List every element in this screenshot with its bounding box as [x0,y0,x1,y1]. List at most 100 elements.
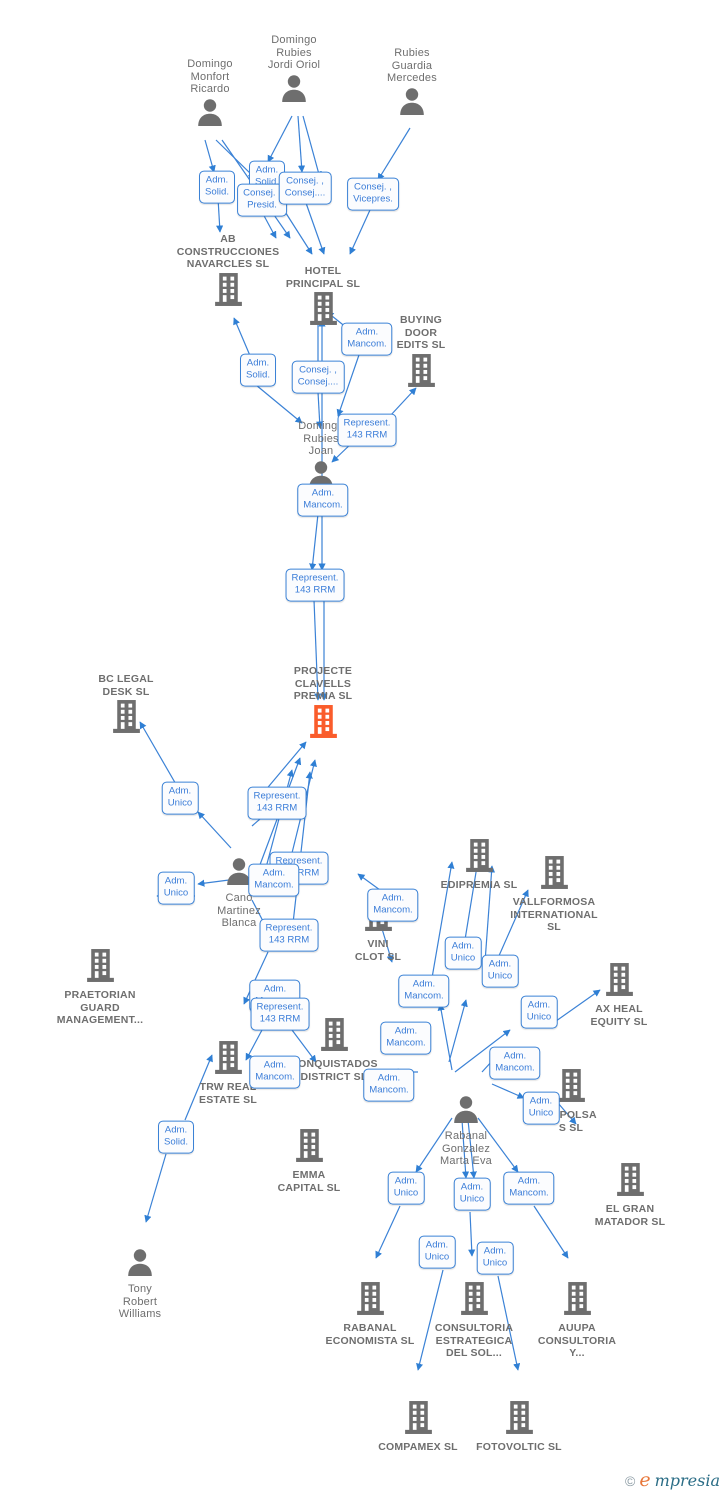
building-icon [505,1401,533,1434]
person-node-n2[interactable]: Domingo Rubies Jordi Oriol [229,34,359,108]
node-label: VALLFORMOSA INTERNATIONAL SL [510,896,598,934]
person-glyph [75,1247,205,1282]
relation-badge-b4[interactable]: Consej. , Consej.... [278,171,332,205]
building-icon [616,1163,644,1196]
person-node-n3[interactable]: Rubies Guardia Mercedes [347,47,477,121]
relation-badge-b24[interactable]: Adm. Unico [481,954,519,988]
person-glyph [347,86,477,121]
person-icon [282,75,306,102]
company-node-n21[interactable]: EL GRAN MATADOR SL [565,1162,695,1228]
building-icon [309,704,337,738]
building-icon [605,963,633,996]
relation-badge-b8[interactable]: Adm. Mancom. [341,322,393,356]
relation-badge-b32[interactable]: Adm. Unico [453,1177,491,1211]
building-icon [309,292,337,326]
company-node-n19[interactable]: AX HEAL EQUITY SL [554,962,684,1028]
copyright-icon: © [625,1472,636,1489]
relation-badge-b5[interactable]: Consej. , Vicepres. [347,177,399,211]
person-glyph [401,1094,531,1129]
building-icon [112,700,140,734]
building-icon [356,1282,384,1315]
building-glyph [35,948,165,988]
relation-badge-b10[interactable]: Adm. Mancom. [297,483,349,517]
relation-badge-b7[interactable]: Consej. , Consej.... [291,360,345,394]
relation-badge-b22[interactable]: Adm. Solid. [158,1120,194,1154]
building-icon [407,353,435,387]
node-label: Rabanal Gonzalez Marta Eva [440,1130,492,1168]
building-icon [214,1041,242,1074]
empresia-watermark: © e mpresia [625,1469,720,1491]
node-label: Domingo Rubies Jordi Oriol [267,34,321,72]
relation-badge-b30[interactable]: Adm. Unico [522,1091,560,1125]
company-node-n14[interactable]: EMMA CAPITAL SL [244,1128,374,1194]
relation-badge-b6[interactable]: Adm. Solid. [240,353,276,387]
node-label: BC LEGAL DESK SL [98,673,154,698]
company-node-n18[interactable]: VALLFORMOSA INTERNATIONAL SL [489,855,619,934]
person-icon [400,88,424,115]
relation-badge-b1[interactable]: Adm. Solid. [199,170,235,204]
building-icon [86,949,114,982]
node-label: PROJECTE CLAVELLS PREMIA SL [293,665,353,703]
person-icon [198,99,222,126]
building-glyph [258,704,388,744]
relation-badge-b29[interactable]: Adm. Mancom. [363,1068,415,1102]
node-label: VINI CLOT SL [354,938,402,963]
node-label: FOTOVOLTIC SL [476,1441,562,1453]
building-icon [295,1129,323,1162]
relation-badge-b28[interactable]: Adm. Mancom. [489,1046,541,1080]
relation-badge-b14[interactable]: Adm. Unico [157,871,195,905]
company-node-n8[interactable]: PROJECTE CLAVELLS PREMIA SL [258,665,388,744]
relation-badge-b12[interactable]: Adm. Unico [161,781,199,815]
node-label: Rubies Guardia Mercedes [387,47,437,85]
person-glyph [229,73,359,108]
relation-badge-b25[interactable]: Adm. Mancom. [398,974,450,1008]
company-node-n25[interactable]: AUUPA CONSULTORIA Y... [512,1281,642,1360]
node-label: EMMA CAPITAL SL [277,1169,341,1194]
building-glyph [61,699,191,739]
building-icon [404,1401,432,1434]
building-glyph [512,1281,642,1321]
node-label: EL GRAN MATADOR SL [594,1203,666,1228]
brand-initial: e [639,1469,651,1491]
building-glyph [244,1128,374,1168]
node-label: AX HEAL EQUITY SL [590,1003,648,1028]
building-icon [460,1282,488,1315]
building-glyph [565,1162,695,1202]
node-label: HOTEL PRINCIPAL SL [285,265,361,290]
relation-badge-b17[interactable]: Represent. 143 RRM [259,918,319,952]
building-icon [320,1018,348,1051]
node-label: Tony Robert Williams [118,1283,162,1321]
person-node-n15[interactable]: Tony Robert Williams [75,1247,205,1321]
relation-badge-b34[interactable]: Adm. Unico [418,1235,456,1269]
relation-badge-b13[interactable]: Represent. 143 RRM [247,786,307,820]
relation-badge-b9[interactable]: Represent. 143 RRM [337,413,397,447]
relation-badge-b26[interactable]: Adm. Unico [520,995,558,1029]
relation-badge-b35[interactable]: Adm. Unico [476,1241,514,1275]
building-icon [214,272,242,306]
building-icon [540,856,568,889]
node-label: PRAETORIAN GUARD MANAGEMENT... [56,989,144,1027]
building-icon [557,1069,585,1102]
relation-badge-b18[interactable]: Adm. Mancom. [367,888,419,922]
building-glyph [356,353,486,393]
building-glyph [454,1400,584,1440]
company-node-n9[interactable]: BC LEGAL DESK SL [61,673,191,739]
company-node-n27[interactable]: FOTOVOLTIC SL [454,1400,584,1454]
relation-badge-b16[interactable]: Adm. Mancom. [248,863,300,897]
person-icon [128,1249,152,1276]
relation-badge-b31[interactable]: Adm. Unico [387,1171,425,1205]
relation-badge-b23[interactable]: Adm. Unico [444,936,482,970]
relation-badge-b20[interactable]: Represent. 143 RRM [250,997,310,1031]
person-node-n22[interactable]: Rabanal Gonzalez Marta Eva [401,1094,531,1168]
node-label: AUUPA CONSULTORIA Y... [537,1322,617,1360]
relation-badge-b27[interactable]: Adm. Mancom. [380,1021,432,1055]
person-icon [454,1096,478,1123]
company-node-n11[interactable]: PRAETORIAN GUARD MANAGEMENT... [35,948,165,1027]
relation-badge-b21[interactable]: Adm. Mancom. [249,1055,301,1089]
building-glyph [489,855,619,895]
relation-badge-b11[interactable]: Represent. 143 RRM [285,568,345,602]
relation-badge-b33[interactable]: Adm. Mancom. [503,1171,555,1205]
building-icon [563,1282,591,1315]
diagram-canvas: Domingo Monfort Ricardo Domingo Rubies Jo… [0,0,728,1500]
brand-name: mpresia [654,1471,720,1490]
